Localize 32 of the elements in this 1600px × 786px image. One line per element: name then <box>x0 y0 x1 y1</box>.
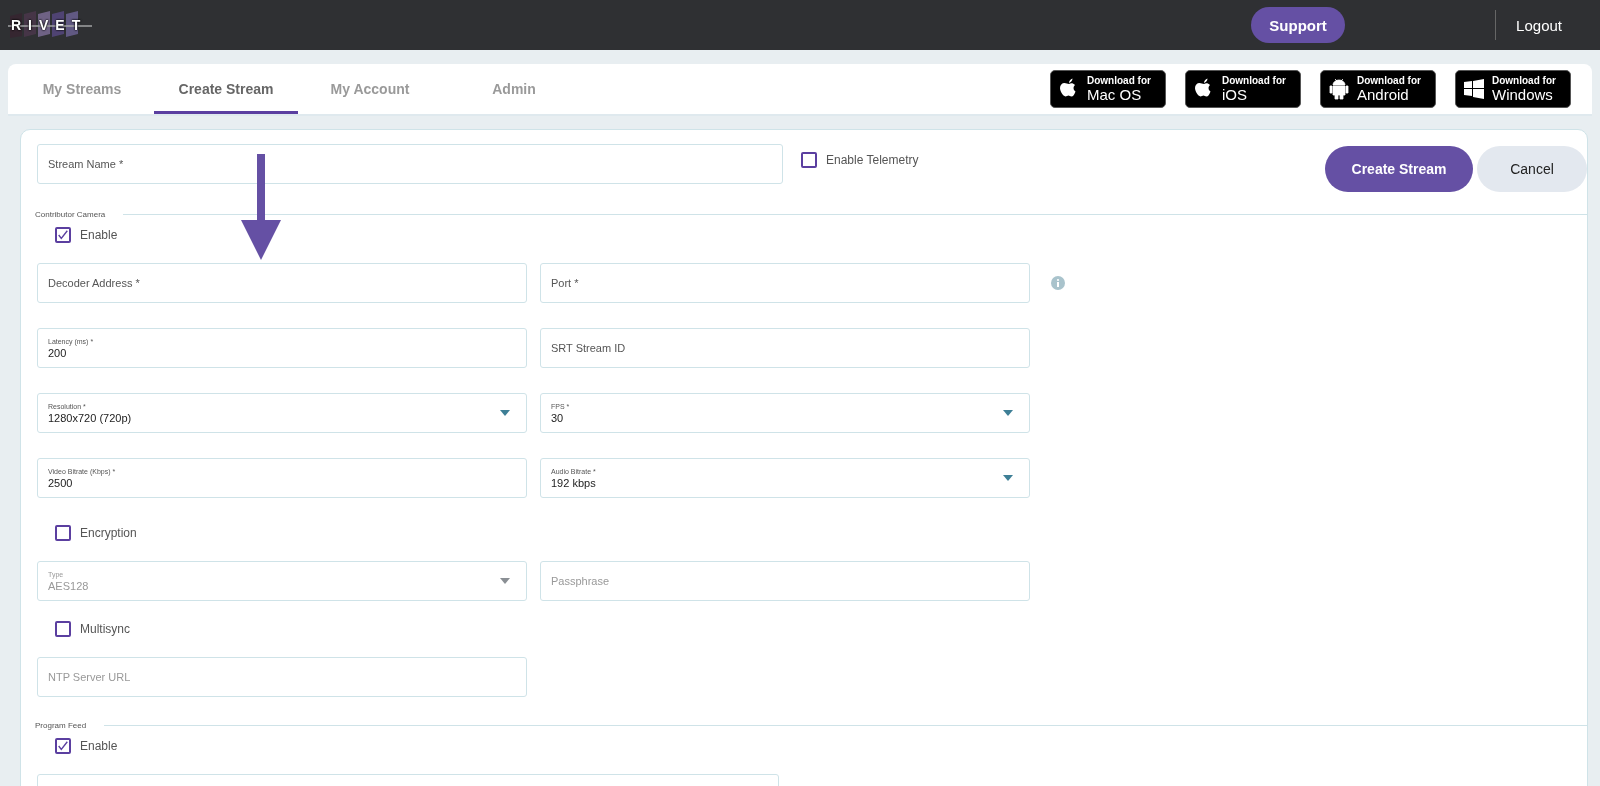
checkbox-label: Enable <box>80 739 118 753</box>
logo[interactable]: RIVET <box>8 10 96 40</box>
caret-icon <box>500 410 510 416</box>
support-button[interactable]: Support <box>1251 7 1346 43</box>
download-button[interactable]: Download for Android <box>1320 70 1436 108</box>
windows-icon <box>1464 79 1484 99</box>
download-button[interactable]: Download for iOS <box>1185 70 1301 108</box>
input-field[interactable]: Port * <box>540 263 1030 303</box>
caret-icon <box>1003 410 1013 416</box>
checkbox[interactable] <box>55 738 71 754</box>
checkbox-label: Multisync <box>80 622 130 636</box>
caret-icon <box>1003 475 1013 481</box>
input-field[interactable]: Decoder Address * <box>37 263 527 303</box>
checkbox-label: Enable <box>80 228 118 242</box>
create-stream-button[interactable]: Create Stream <box>1325 146 1473 192</box>
checkbox[interactable] <box>801 152 817 168</box>
input-field[interactable]: SRT Stream ID <box>540 328 1030 368</box>
checkbox[interactable] <box>55 227 71 243</box>
stream-name-field[interactable]: Stream Name * <box>37 144 783 184</box>
checkbox[interactable] <box>55 525 71 541</box>
checkbox[interactable] <box>55 621 71 637</box>
download-button[interactable]: Download for Mac OS <box>1050 70 1166 108</box>
nav-tab[interactable]: Create Stream <box>154 67 298 114</box>
robot-icon <box>1329 77 1349 101</box>
checkbox-label: Enable Telemetry <box>826 153 919 167</box>
section-title: Program Feed <box>35 721 87 730</box>
section-title: Contributor Camera <box>35 210 106 219</box>
caret-icon <box>500 578 510 584</box>
logout-button[interactable]: Logout <box>1510 15 1568 35</box>
checkbox-label: Encryption <box>80 526 137 540</box>
cancel-button[interactable]: Cancel <box>1477 146 1587 192</box>
download-button[interactable]: Download for Windows <box>1455 70 1571 108</box>
